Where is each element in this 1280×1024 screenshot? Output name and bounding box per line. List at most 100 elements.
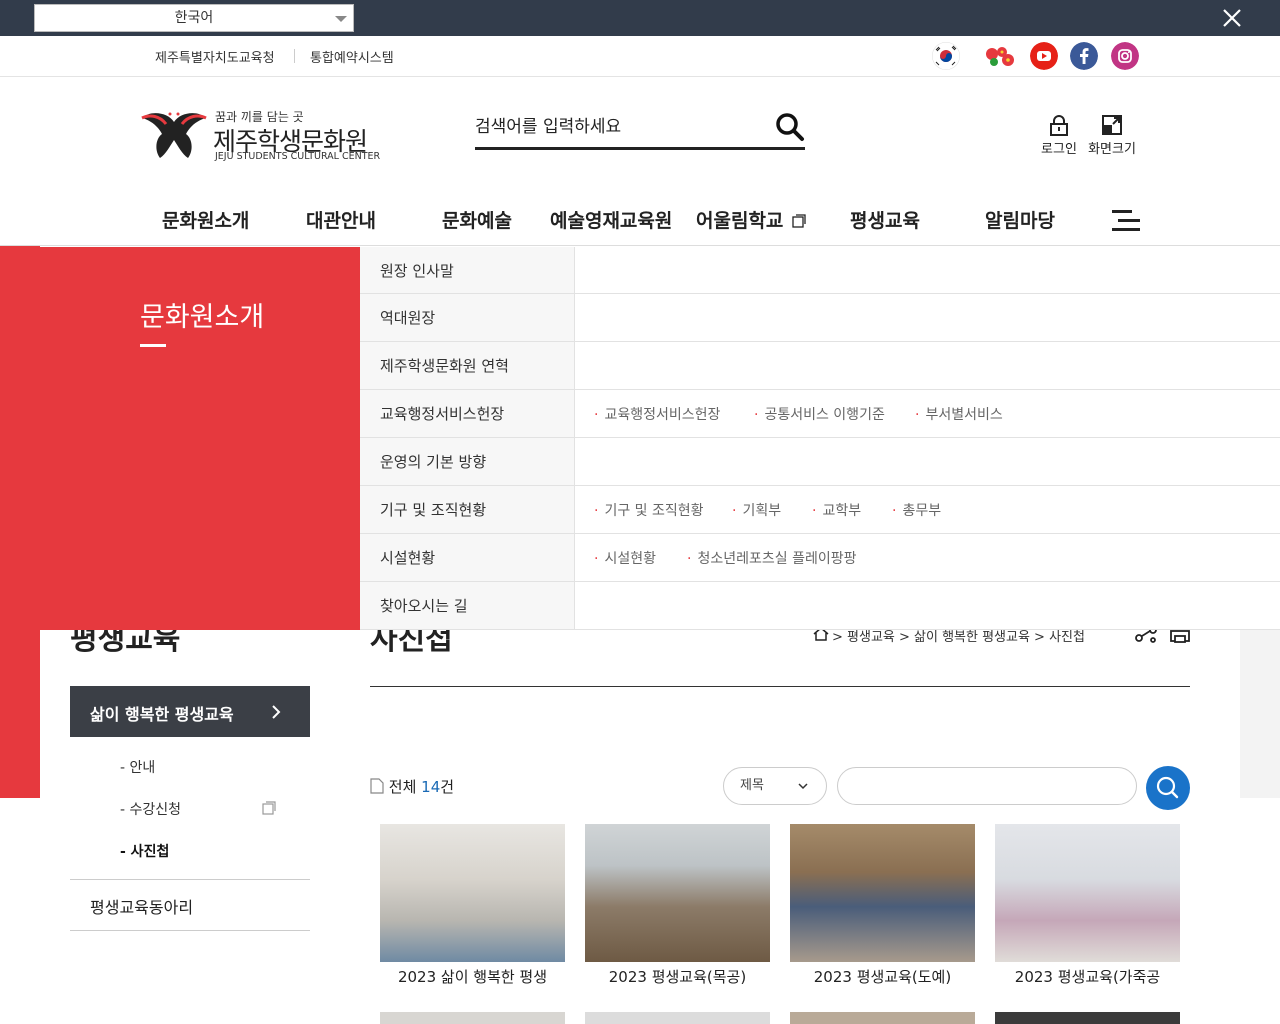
mega-row: 제주학생문화원 연혁 <box>360 342 1280 390</box>
mega-row: 시설현황 시설현황 청소년레포츠실 플레이팡팡 <box>360 534 1280 582</box>
gnb-item-notices[interactable]: 알림마당 <box>985 206 1055 233</box>
camellia-logo-icon[interactable] <box>980 42 1018 70</box>
gnb-item-culture-arts[interactable]: 문화예술 <box>442 206 512 233</box>
login-button[interactable]: 로그인 <box>1034 114 1084 157</box>
gallery-thumbnail[interactable] <box>585 824 770 962</box>
youtube-icon[interactable] <box>1030 42 1058 70</box>
title-underline <box>140 344 166 347</box>
mega-sub-department-services[interactable]: 부서별서비스 <box>915 404 1002 424</box>
gnb-item-lifelong-education[interactable]: 평생교육 <box>850 206 920 233</box>
lnb-submenu: - 안내 - 수강신청 - 사진첩 <box>70 737 310 879</box>
mega-menu-title: 문화원소개 <box>140 302 265 333</box>
search-field-select[interactable]: 제목 <box>723 767 827 805</box>
mega-sub-organization[interactable]: 기구 및 조직현황 <box>594 500 703 520</box>
mega-row: 원장 인사말 <box>360 247 1280 294</box>
search-field-value: 제목 <box>740 778 764 793</box>
link-jeju-education-office[interactable]: 제주특별자치도교육청 <box>155 47 275 66</box>
lnb-item-label: 삶이 행복한 평생교육 <box>90 705 234 724</box>
mega-item-basic-direction[interactable]: 운영의 기본 방향 <box>380 451 486 472</box>
mega-item-facilities[interactable]: 시설현황 <box>380 547 435 568</box>
search-input[interactable] <box>475 114 765 140</box>
board-search-button[interactable] <box>1146 766 1190 810</box>
total-count-number: 14 <box>421 778 441 796</box>
gnb-item-gifted-arts[interactable]: 예술영재교육원 <box>550 206 672 233</box>
chevron-right-icon <box>272 705 281 719</box>
login-label: 로그인 <box>1041 142 1077 157</box>
site-search <box>475 108 805 150</box>
gnb-item-about[interactable]: 문화원소개 <box>162 206 249 233</box>
mega-sub-facilities[interactable]: 시설현황 <box>594 548 656 568</box>
board-search-input[interactable] <box>837 767 1137 805</box>
mega-item-history[interactable]: 제주학생문화원 연혁 <box>380 355 509 376</box>
mega-row: 찾아오시는 길 <box>360 582 1280 630</box>
mega-row: 역대원장 <box>360 294 1280 342</box>
mega-item-former-directors[interactable]: 역대원장 <box>380 307 435 328</box>
menu-icon[interactable] <box>1112 210 1140 232</box>
new-window-icon <box>262 801 276 815</box>
gallery-thumbnail[interactable] <box>995 824 1180 962</box>
mega-menu-title-panel: 문화원소개 <box>0 247 360 630</box>
mega-row: 운영의 기본 방향 <box>360 438 1280 486</box>
search-icon[interactable] <box>775 112 805 142</box>
chevron-down-icon <box>335 16 347 22</box>
gallery-caption[interactable]: 2023 평생교육(도예) <box>790 966 975 987</box>
gnb-item-eoullim-school[interactable]: 어울림학교 <box>696 206 783 233</box>
language-selected-value: 한국어 <box>174 10 214 26</box>
facebook-icon[interactable] <box>1070 42 1098 70</box>
mega-sub-academic[interactable]: 교학부 <box>812 500 861 520</box>
screen-zoom-button[interactable]: 화면크기 <box>1087 114 1137 157</box>
lock-icon <box>1050 115 1068 136</box>
lnb-item-club[interactable]: 평생교육동아리 <box>90 894 193 918</box>
main-navigation: 문화원소개 대관안내 문화예술 예술영재교육원 어울림학교 평생교육 알림마당 <box>0 196 1280 246</box>
gallery-thumbnail[interactable] <box>790 1012 975 1024</box>
zoom-label: 화면크기 <box>1088 142 1136 157</box>
page-side-decoration-right <box>1240 630 1280 798</box>
new-window-icon <box>792 214 806 228</box>
logo-english-name: JEJU STUDENTS CULTURAL CENTER <box>215 151 381 162</box>
utility-bar: 제주특별자치도교육청 통합예약시스템 <box>0 36 1280 77</box>
mega-row: 기구 및 조직현황 기구 및 조직현황 기획부 교학부 총무부 <box>360 486 1280 534</box>
close-icon[interactable] <box>1220 6 1244 30</box>
site-logo[interactable]: 꿈과 끼를 담는 곳 제주학생문화원 JEJU STUDENTS CULTURA… <box>140 106 400 166</box>
mega-item-directions[interactable]: 찾아오시는 길 <box>380 595 468 616</box>
mega-sub-general-affairs[interactable]: 총무부 <box>892 500 941 520</box>
language-bar: 한국어 <box>0 0 1280 36</box>
gallery-thumbnail[interactable] <box>995 1012 1180 1024</box>
mega-sub-service-charter[interactable]: 교육행정서비스헌장 <box>594 404 720 424</box>
gnb-item-rental[interactable]: 대관안내 <box>306 206 376 233</box>
gallery-caption[interactable]: 2023 삶이 행복한 평생 <box>380 966 565 987</box>
gallery-thumbnail[interactable] <box>790 824 975 962</box>
chevron-down-icon <box>798 783 808 790</box>
gallery-thumbnail[interactable] <box>585 1012 770 1024</box>
lnb-item-happy-lifelong-education[interactable]: 삶이 행복한 평생교육 <box>70 686 310 737</box>
gallery-thumbnail[interactable] <box>380 824 565 962</box>
divider <box>294 49 295 63</box>
document-icon <box>370 778 384 794</box>
title-divider <box>370 686 1190 687</box>
total-count-unit: 건 <box>440 778 455 796</box>
lnb-sub-registration[interactable]: - 수강신청 <box>120 799 181 819</box>
link-reservation-system[interactable]: 통합예약시스템 <box>310 47 394 66</box>
korea-flag-icon[interactable] <box>932 42 960 70</box>
mega-sub-play-pangpang[interactable]: 청소년레포츠실 플레이팡팡 <box>687 548 856 568</box>
mega-sub-planning[interactable]: 기획부 <box>732 500 781 520</box>
instagram-icon[interactable] <box>1111 42 1139 70</box>
gallery-caption[interactable]: 2023 평생교육(목공) <box>585 966 770 987</box>
search-icon <box>1156 776 1179 799</box>
butterfly-logo-icon <box>141 112 207 158</box>
mega-row: 교육행정서비스헌장 교육행정서비스헌장 공통서비스 이행기준 부서별서비스 <box>360 390 1280 438</box>
resize-icon <box>1102 115 1122 135</box>
gallery-caption[interactable]: 2023 평생교육(가죽공 <box>995 966 1180 987</box>
divider <box>70 879 310 880</box>
total-count: 전체 14건 <box>370 776 454 797</box>
mega-sub-common-standards[interactable]: 공통서비스 이행기준 <box>754 404 884 424</box>
mega-item-organization[interactable]: 기구 및 조직현황 <box>380 499 486 520</box>
divider <box>70 930 310 931</box>
lnb-sub-guide[interactable]: - 안내 <box>120 757 155 777</box>
total-count-label: 전체 <box>388 778 417 796</box>
gallery-thumbnail[interactable] <box>380 1012 565 1024</box>
mega-item-service-charter[interactable]: 교육행정서비스헌장 <box>380 403 504 424</box>
mega-item-greeting[interactable]: 원장 인사말 <box>380 260 454 281</box>
language-select[interactable]: 한국어 <box>34 4 354 32</box>
lnb-sub-photo-album[interactable]: - 사진첩 <box>120 841 169 861</box>
